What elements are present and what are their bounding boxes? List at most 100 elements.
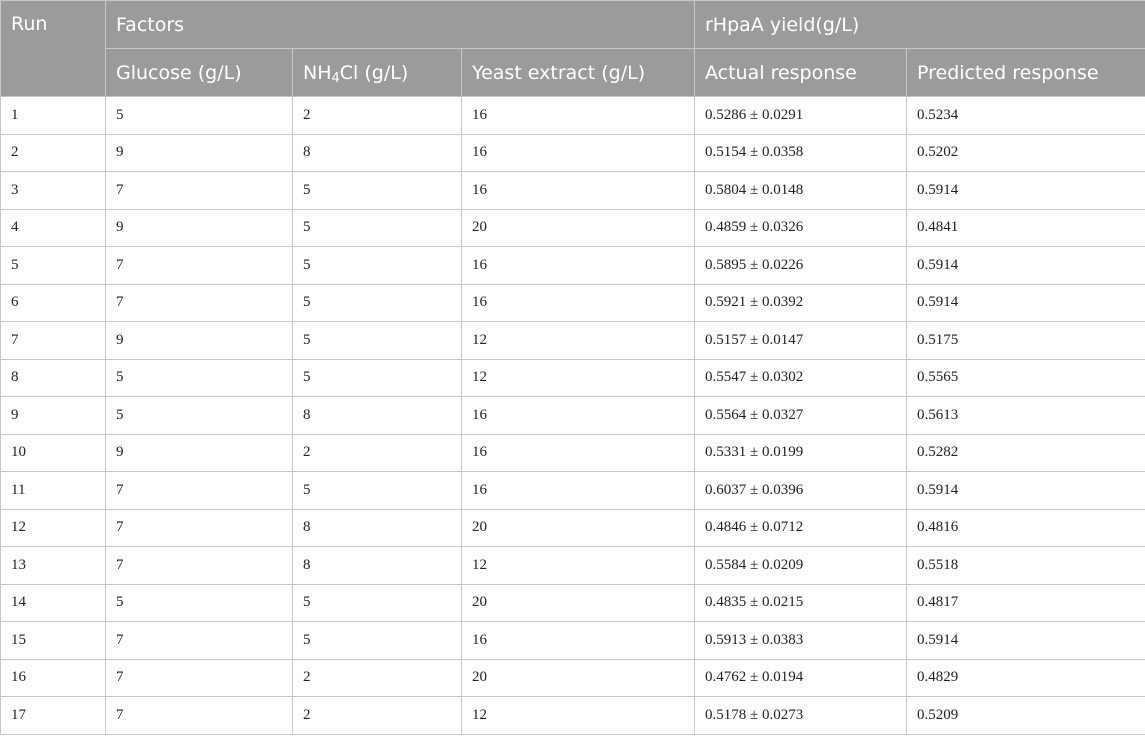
cell-yeast: 16: [461, 96, 695, 135]
cell-actual: 0.5286 ± 0.0291: [694, 96, 907, 135]
cell-yeast: 12: [461, 696, 695, 735]
cell-glucose: 7: [105, 171, 293, 210]
cell-nh4cl: 5: [292, 621, 462, 660]
cell-glucose: 7: [105, 246, 293, 285]
table-header: Run Factors rHpaA yield(g/L) Glucose (g/…: [0, 0, 1145, 97]
cell-predicted: 0.5565: [905, 358, 1145, 397]
cell-nh4cl: 5: [292, 171, 462, 210]
header-nh4cl-subscript: 4: [331, 70, 340, 86]
header-row-group: Run Factors rHpaA yield(g/L): [0, 0, 1145, 97]
header-nh4cl-prefix: NH: [303, 61, 332, 84]
cell-actual: 0.6037 ± 0.0396: [694, 471, 907, 510]
cell-nh4cl: 2: [292, 96, 462, 135]
table-row: 4 9 5 20 0.4859 ± 0.0326 0.4841: [0, 208, 1145, 247]
cell-run: 4: [0, 208, 106, 247]
header-factors: Factors: [105, 0, 695, 49]
cell-actual: 0.5895 ± 0.0226: [694, 246, 907, 285]
cell-predicted: 0.5914: [905, 621, 1145, 660]
cell-actual: 0.5921 ± 0.0392: [694, 283, 907, 322]
cell-predicted: 0.5914: [905, 283, 1145, 322]
cell-nh4cl: 8: [292, 546, 462, 585]
cell-yeast: 16: [461, 433, 695, 472]
cell-run: 6: [0, 283, 106, 322]
cell-actual: 0.4835 ± 0.0215: [694, 583, 907, 622]
cell-glucose: 9: [105, 208, 293, 247]
cell-glucose: 5: [105, 583, 293, 622]
cell-yeast: 12: [461, 321, 695, 360]
cell-glucose: 7: [105, 658, 293, 697]
cell-actual: 0.5584 ± 0.0209: [694, 546, 907, 585]
cell-yeast: 16: [461, 171, 695, 210]
cell-run: 13: [0, 546, 106, 585]
cell-predicted: 0.4829: [905, 658, 1145, 697]
cell-predicted: 0.5914: [905, 171, 1145, 210]
cell-glucose: 9: [105, 433, 293, 472]
cell-run: 1: [0, 96, 106, 135]
cell-predicted: 0.4841: [905, 208, 1145, 247]
cell-glucose: 9: [105, 321, 293, 360]
cell-yeast: 16: [461, 246, 695, 285]
cell-actual: 0.4762 ± 0.0194: [694, 658, 907, 697]
cell-nh4cl: 2: [292, 658, 462, 697]
cell-glucose: 9: [105, 133, 293, 172]
header-predicted: Predicted response: [905, 48, 1145, 97]
cell-yeast: 16: [461, 621, 695, 660]
cell-yeast: 16: [461, 283, 695, 322]
table-row: 15 7 5 16 0.5913 ± 0.0383 0.5914: [0, 621, 1145, 660]
table-row: 14 5 5 20 0.4835 ± 0.0215 0.4817: [0, 583, 1145, 622]
cell-predicted: 0.5518: [905, 546, 1145, 585]
header-yield: rHpaA yield(g/L): [693, 0, 1145, 49]
cell-glucose: 7: [105, 546, 293, 585]
cell-glucose: 5: [105, 358, 293, 397]
cell-nh4cl: 5: [292, 283, 462, 322]
data-table: Run Factors rHpaA yield(g/L) Glucose (g/…: [0, 0, 1145, 735]
cell-run: 11: [0, 471, 106, 510]
cell-yeast: 20: [461, 658, 695, 697]
cell-nh4cl: 2: [292, 696, 462, 735]
cell-yeast: 16: [461, 396, 695, 435]
header-nh4cl: NH4Cl (g/L): [292, 48, 462, 97]
cell-yeast: 20: [461, 208, 695, 247]
cell-glucose: 7: [105, 621, 293, 660]
cell-nh4cl: 5: [292, 471, 462, 510]
cell-yeast: 16: [461, 133, 695, 172]
cell-actual: 0.5804 ± 0.0148: [694, 171, 907, 210]
cell-run: 2: [0, 133, 106, 172]
cell-run: 3: [0, 171, 106, 210]
header-glucose: Glucose (g/L): [105, 48, 293, 97]
table-body: 1 5 2 16 0.5286 ± 0.0291 0.5234 2 9 8 16…: [0, 96, 1145, 735]
cell-yeast: 20: [461, 583, 695, 622]
cell-nh4cl: 5: [292, 246, 462, 285]
cell-run: 8: [0, 358, 106, 397]
cell-glucose: 7: [105, 696, 293, 735]
cell-predicted: 0.5282: [905, 433, 1145, 472]
cell-actual: 0.5564 ± 0.0327: [694, 396, 907, 435]
header-row-columns: Glucose (g/L) NH4Cl (g/L) Yeast extract …: [1, 48, 1145, 97]
cell-nh4cl: 8: [292, 133, 462, 172]
cell-yeast: 12: [461, 358, 695, 397]
table-row: 10 9 2 16 0.5331 ± 0.0199 0.5282: [0, 433, 1145, 472]
header-yeast: Yeast extract (g/L): [461, 48, 695, 97]
cell-run: 17: [0, 696, 106, 735]
cell-glucose: 7: [105, 471, 293, 510]
cell-actual: 0.4859 ± 0.0326: [694, 208, 907, 247]
header-run: Run: [0, 0, 106, 97]
cell-run: 7: [0, 321, 106, 360]
table-row: 17 7 2 12 0.5178 ± 0.0273 0.5209: [0, 696, 1145, 735]
cell-run: 10: [0, 433, 106, 472]
header-nh4cl-suffix: Cl (g/L): [339, 61, 409, 84]
table-row: 2 9 8 16 0.5154 ± 0.0358 0.5202: [0, 133, 1145, 172]
cell-actual: 0.5154 ± 0.0358: [694, 133, 907, 172]
cell-nh4cl: 8: [292, 508, 462, 547]
cell-actual: 0.5331 ± 0.0199: [694, 433, 907, 472]
cell-predicted: 0.5914: [905, 246, 1145, 285]
table-row: 9 5 8 16 0.5564 ± 0.0327 0.5613: [0, 396, 1145, 435]
cell-run: 12: [0, 508, 106, 547]
cell-actual: 0.5157 ± 0.0147: [694, 321, 907, 360]
cell-glucose: 7: [105, 283, 293, 322]
cell-nh4cl: 5: [292, 583, 462, 622]
cell-glucose: 5: [105, 96, 293, 135]
header-actual: Actual response: [694, 48, 907, 97]
cell-nh4cl: 8: [292, 396, 462, 435]
cell-run: 9: [0, 396, 106, 435]
